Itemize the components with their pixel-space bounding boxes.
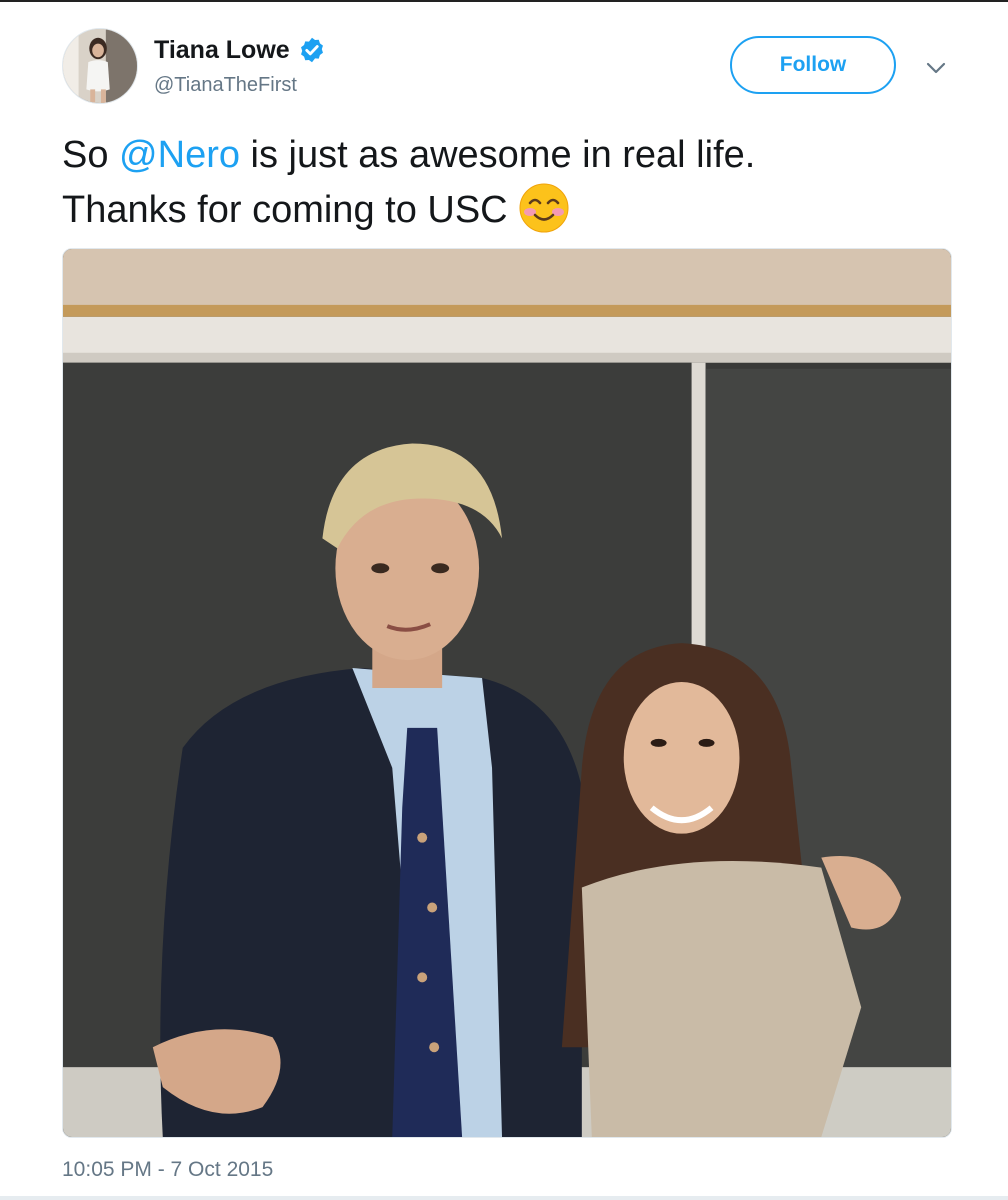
avatar[interactable] [62,28,138,104]
tweet-photo[interactable] [62,248,952,1138]
top-border [0,0,1008,2]
name-row: Tiana Lowe [154,34,326,66]
tweet-text-line-2: Thanks for coming to USC [62,189,508,231]
tweet-text-part-2: is just as awesome in real life. [240,134,756,176]
follow-button[interactable]: Follow [730,36,896,94]
bottom-divider [0,1196,1008,1200]
tweet-line-1: So @Nero is just as awesome in real life… [62,128,942,182]
tweet-text-part-1: So [62,134,120,176]
smiling-face-with-blush-icon [518,182,570,234]
mention-link[interactable]: @Nero [119,134,240,176]
tweet-header: Tiana Lowe @TianaTheFirst Follow [62,28,962,108]
tweet-text: So @Nero is just as awesome in real life… [62,128,942,237]
tweet-line-2: Thanks for coming to USC [62,182,942,237]
verified-badge-icon [298,36,326,64]
chevron-down-icon[interactable] [924,56,948,80]
tweet-timestamp[interactable]: 10:05 PM - 7 Oct 2015 [62,1158,273,1182]
display-name[interactable]: Tiana Lowe [154,36,290,65]
user-handle[interactable]: @TianaTheFirst [154,74,297,97]
